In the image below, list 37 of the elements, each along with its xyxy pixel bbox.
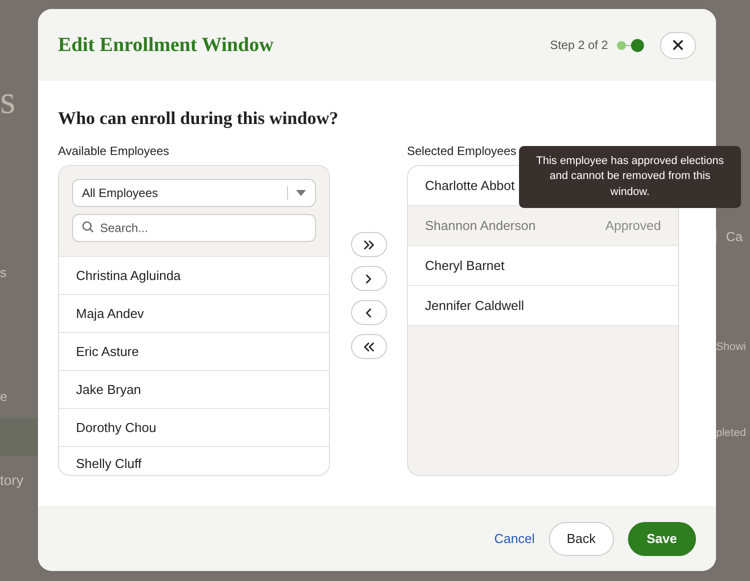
move-button[interactable] (350, 232, 386, 257)
employee-name: Jennifer Caldwell (425, 298, 524, 313)
page-text: Showi (716, 341, 746, 353)
section-heading: Who can enroll during this window? (58, 108, 340, 129)
employee-name: Shannon Anderson (425, 218, 536, 233)
close-button[interactable] (660, 32, 696, 58)
employee-name: Charlotte Abbot (425, 178, 515, 193)
caret-icon (296, 190, 306, 196)
employee-row[interactable]: Dorothy Chou (59, 409, 329, 447)
search-field[interactable]: Search... (72, 214, 316, 242)
save-button[interactable]: Save (628, 522, 696, 556)
list-label: Selected Employees (407, 144, 518, 158)
employee-row[interactable]: Christina Agluinda (59, 257, 329, 295)
tooltip: This employee has approved elections and cannot be removed from this window. (519, 146, 741, 208)
back-button[interactable]: Back (548, 522, 614, 556)
dialog-title: Edit Enrollment Window (58, 34, 274, 56)
employee-row[interactable]: Eric Asture (59, 333, 329, 371)
employee-row[interactable]: Jennifer Caldwell (408, 286, 678, 326)
employee-name: Cheryl Barnet (425, 258, 504, 273)
page-text: s (0, 265, 6, 280)
page-text: pleted (716, 427, 746, 439)
page-text: Ca (726, 229, 743, 244)
employee-row[interactable]: Maja Andev (59, 295, 329, 333)
menu-highlight (0, 418, 38, 456)
employee-row[interactable]: Shelly Cluff (59, 447, 329, 475)
employee-row[interactable]: Jake Bryan (59, 371, 329, 409)
list-label: Available Employees (58, 144, 170, 158)
step-label: Step 2 of 2 (550, 38, 608, 52)
status-label: Approved (605, 218, 661, 233)
move-button[interactable] (350, 334, 386, 359)
close-icon (672, 39, 684, 51)
page-text: s (0, 77, 16, 122)
page-text: e (0, 389, 8, 404)
employee-row[interactable]: Cheryl Barnet (408, 246, 678, 286)
page-text: tory (0, 472, 24, 488)
filter-dropdown[interactable]: All Employees (72, 179, 316, 207)
cancel-link[interactable]: Cancel (494, 531, 535, 546)
